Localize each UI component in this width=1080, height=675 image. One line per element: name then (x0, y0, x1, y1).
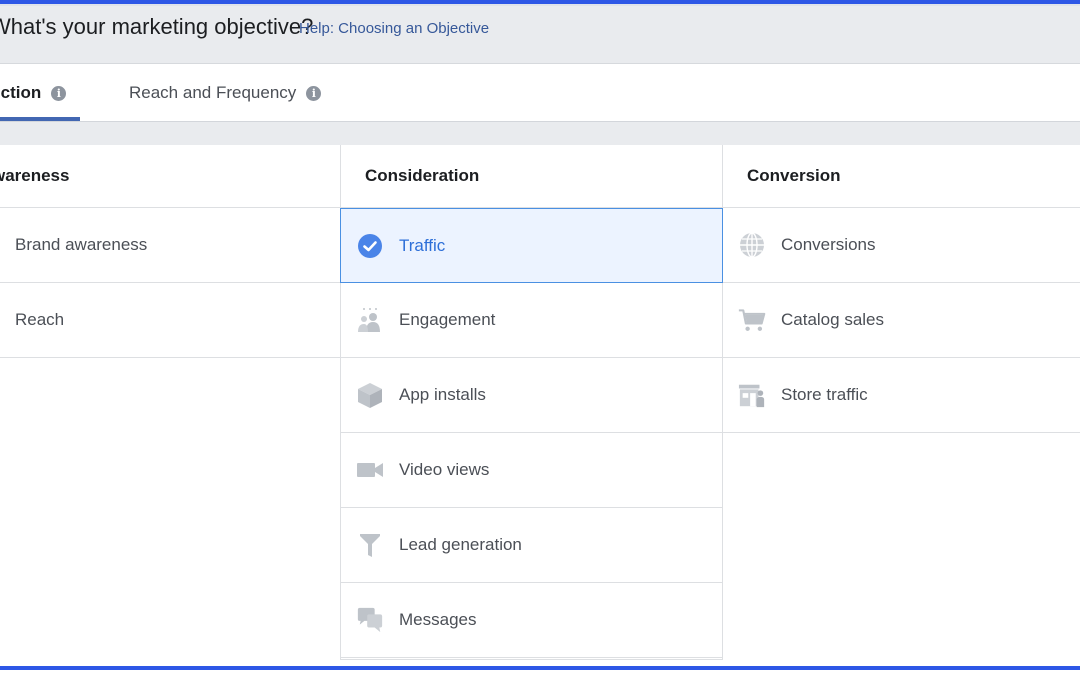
help-link[interactable]: Help: Choosing an Objective (299, 20, 489, 37)
tab-auction[interactable]: Auction i (0, 64, 67, 122)
objective-store-traffic[interactable]: Store traffic (723, 358, 1080, 433)
column-header-awareness: Awareness (0, 145, 340, 208)
objective-label: Store traffic (781, 385, 868, 404)
conversion-column: Conversion Conversions Catalog sales Sto… (723, 145, 1080, 675)
check-circle-icon (356, 232, 384, 260)
objective-label: Messages (399, 610, 477, 629)
objective-video-views[interactable]: Video views (341, 433, 722, 508)
objective-traffic[interactable]: Traffic (340, 208, 723, 283)
tab-active-indicator (0, 117, 80, 121)
info-icon[interactable]: i (306, 85, 322, 101)
objective-header: What's your marketing objective? Help: C… (0, 6, 1080, 64)
objective-app-installs[interactable]: App installs (341, 358, 722, 433)
objective-messages[interactable]: Messages (341, 583, 722, 658)
objective-label: Catalog sales (781, 310, 885, 329)
objective-label: Engagement (399, 310, 496, 329)
column-header-consideration: Consideration (341, 145, 722, 208)
tab-reach-frequency-label: Reach and Frequency (129, 83, 297, 102)
objective-label: Lead generation (399, 535, 522, 554)
objective-engagement[interactable]: Engagement (341, 283, 722, 358)
page-title: What's your marketing objective? (0, 14, 314, 39)
tab-reach-and-frequency[interactable]: Reach and Frequency i (129, 64, 322, 122)
funnel-icon (356, 531, 384, 559)
objective-label: App installs (399, 385, 486, 404)
objective-label: Video views (399, 460, 490, 479)
people-icon (356, 306, 384, 334)
objective-label: Reach (15, 310, 65, 329)
objective-reach[interactable]: Reach (0, 283, 340, 358)
info-icon[interactable]: i (51, 85, 67, 101)
tab-auction-label: Auction (0, 83, 42, 102)
objective-label: Conversions (781, 235, 876, 254)
chat-bubbles-icon (356, 606, 384, 634)
objective-conversions[interactable]: Conversions (723, 208, 1080, 283)
objective-label: Brand awareness (15, 235, 148, 254)
objective-lead-generation[interactable]: Lead generation (341, 508, 722, 583)
buying-type-tabs: Auction i Reach and Frequency i (0, 64, 1080, 122)
shopping-cart-icon (738, 306, 766, 334)
globe-icon (738, 231, 766, 259)
awareness-column: Awareness Brand awareness Reach (0, 145, 340, 675)
video-camera-icon (356, 456, 384, 484)
objective-label: Traffic (399, 235, 446, 255)
column-header-conversion: Conversion (723, 145, 1080, 208)
box-icon (356, 381, 384, 409)
objective-brand-awareness[interactable]: Brand awareness (0, 208, 340, 283)
consideration-column: Consideration Traffic Engagement App ins… (340, 145, 723, 660)
window-frame-bottom-margin (0, 670, 1080, 675)
section-divider (0, 122, 1080, 145)
objective-catalog-sales[interactable]: Catalog sales (723, 283, 1080, 358)
store-icon (738, 381, 766, 409)
